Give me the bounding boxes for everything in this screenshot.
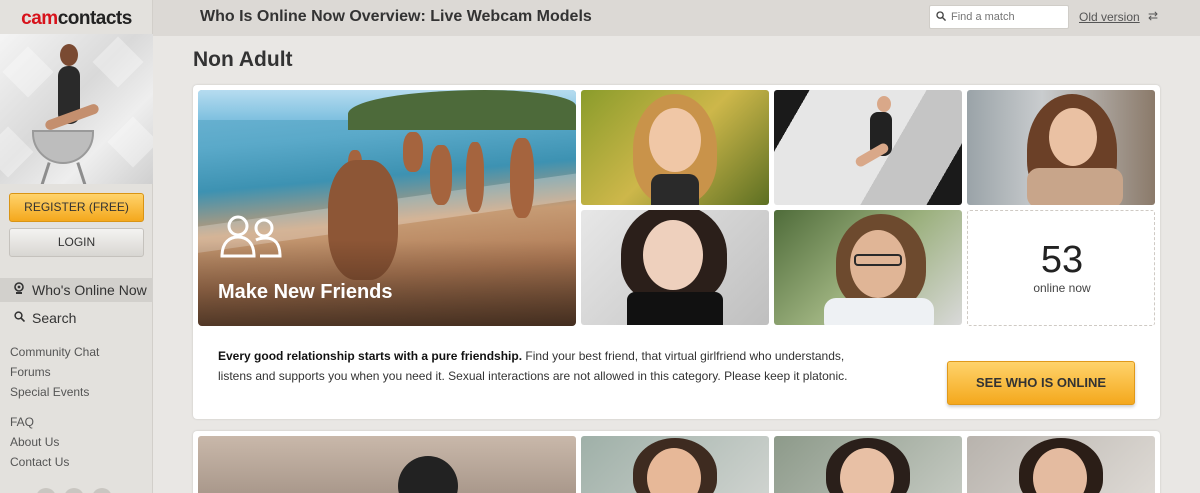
model-thumbnail[interactable] xyxy=(774,436,962,493)
link-special-events[interactable]: Special Events xyxy=(10,385,89,399)
feature-label: Make New Friends xyxy=(218,281,393,303)
sidebar-item-whos-online[interactable]: Who's Online Now xyxy=(0,278,153,302)
model-thumbnail[interactable] xyxy=(581,436,769,493)
section-title: Non Adult xyxy=(193,48,293,71)
online-count-box[interactable]: 53 online now xyxy=(967,210,1155,326)
login-button[interactable]: LOGIN xyxy=(9,228,144,257)
online-count: 53 xyxy=(1040,239,1084,281)
sidebar-hero-image xyxy=(0,34,153,184)
model-thumbnail[interactable] xyxy=(967,436,1155,493)
link-community-chat[interactable]: Community Chat xyxy=(10,345,99,359)
link-contact-us[interactable]: Contact Us xyxy=(10,455,69,469)
friends-icon xyxy=(220,215,282,258)
top-header: Who Is Online Now Overview: Live Webcam … xyxy=(153,0,1200,36)
webcam-icon xyxy=(12,282,26,298)
search-box[interactable] xyxy=(929,5,1069,29)
register-button[interactable]: REGISTER (FREE) xyxy=(9,193,144,222)
model-thumbnail[interactable] xyxy=(581,90,769,205)
model-thumbnail[interactable] xyxy=(967,90,1155,205)
search-input[interactable] xyxy=(951,11,1061,23)
model-thumbnail[interactable] xyxy=(774,210,962,325)
description-bold: Every good relationship starts with a pu… xyxy=(218,349,523,363)
old-version-link[interactable]: Old version xyxy=(1079,10,1140,24)
search-icon xyxy=(12,311,26,325)
feature-image[interactable] xyxy=(198,436,576,493)
logo-cam: cam xyxy=(21,8,58,29)
page-title: Who Is Online Now Overview: Live Webcam … xyxy=(200,8,592,25)
see-who-is-online-button[interactable]: SEE WHO IS ONLINE xyxy=(947,361,1135,405)
sidebar-item-label: Search xyxy=(32,310,77,326)
logo-contacts: contacts xyxy=(57,8,133,29)
link-forums[interactable]: Forums xyxy=(10,365,51,379)
link-about-us[interactable]: About Us xyxy=(10,435,59,449)
sidebar-item-search[interactable]: Search xyxy=(0,306,153,330)
category-description: Every good relationship starts with a pu… xyxy=(218,346,858,386)
online-label: online now xyxy=(1033,281,1091,295)
model-thumbnail[interactable] xyxy=(774,90,962,205)
swap-icon: ⇄ xyxy=(1148,9,1159,23)
logo[interactable]: camcontacts xyxy=(0,8,153,30)
model-thumbnail[interactable] xyxy=(581,210,769,325)
search-icon xyxy=(936,10,947,24)
sidebar-item-label: Who's Online Now xyxy=(32,282,147,298)
link-faq[interactable]: FAQ xyxy=(10,415,34,429)
